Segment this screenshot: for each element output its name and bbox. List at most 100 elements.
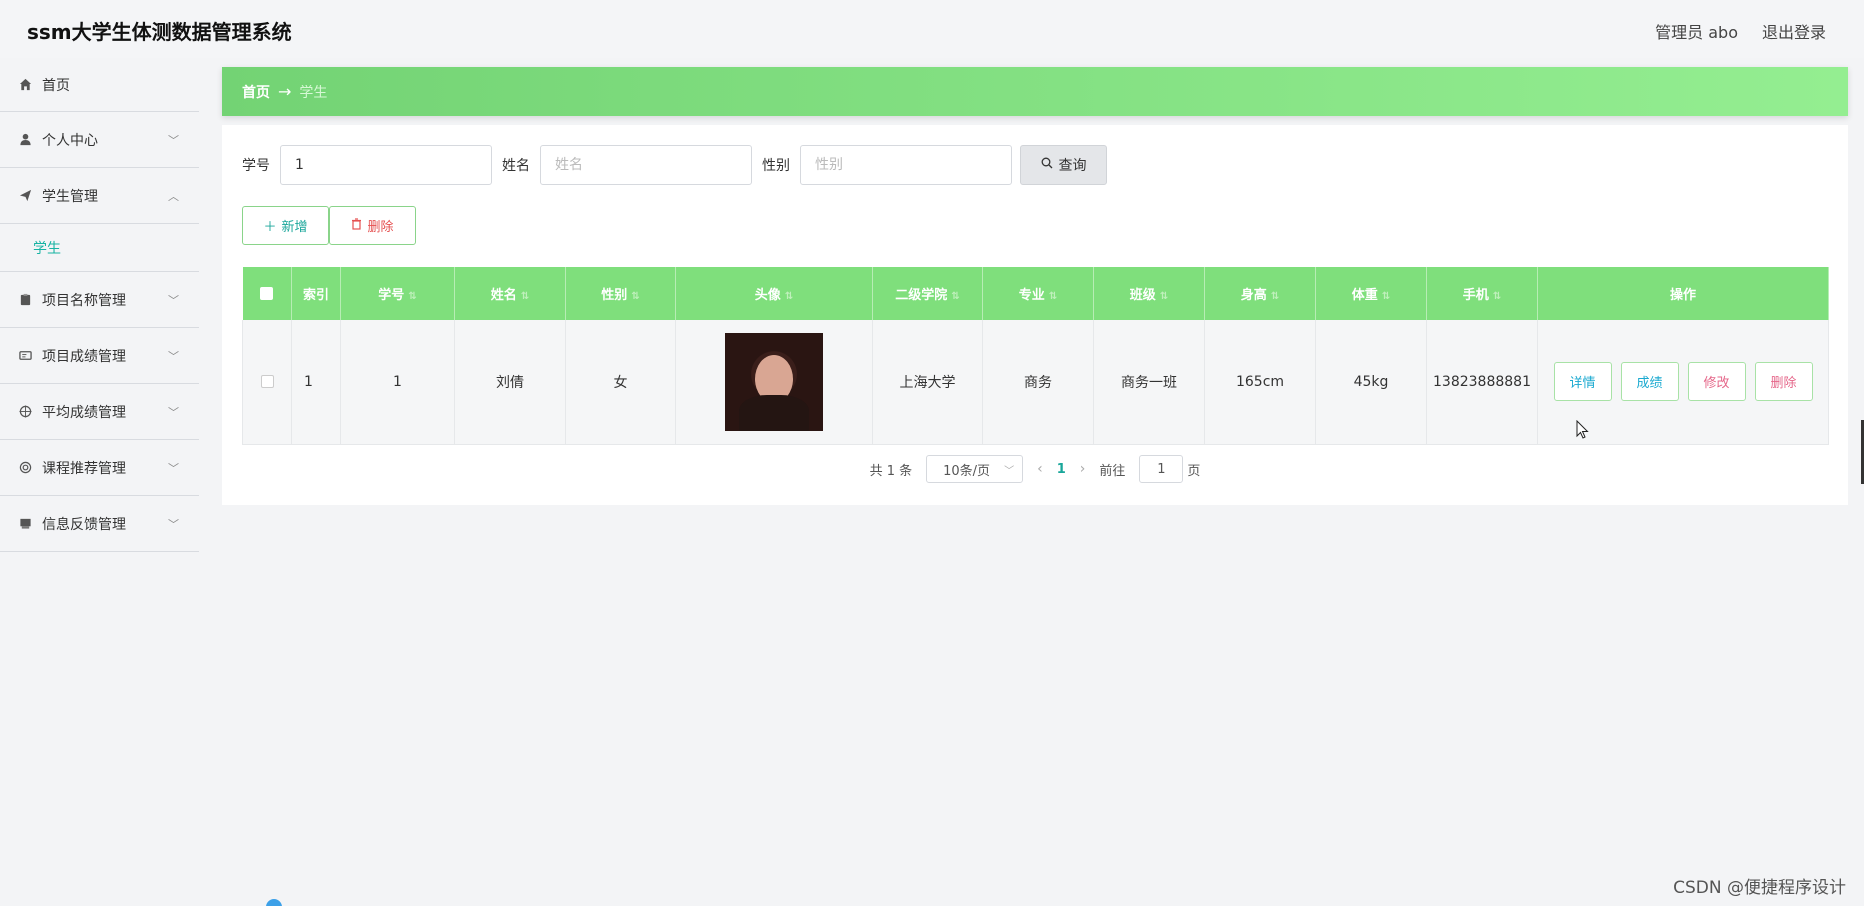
chevron-up-icon: ︿ <box>168 189 179 203</box>
header-actions: 管理员 abo 退出登录 <box>1655 19 1826 43</box>
app-title: ssm大学生体测数据管理系统 <box>27 20 292 44</box>
sidebar-item-label: 首页 <box>42 77 70 94</box>
column-header: 操作 <box>1537 267 1829 320</box>
sort-icon[interactable]: ⇅ <box>408 291 416 302</box>
breadcrumb: 首页 → 学生 <box>222 67 1848 116</box>
row-select-cell[interactable] <box>242 320 292 445</box>
student-id-label: 学号 <box>242 158 270 174</box>
cell-phone: 13823888881 <box>1426 320 1538 445</box>
watermark: CSDN @便捷程序设计 <box>1673 878 1846 898</box>
student-avatar[interactable] <box>725 332 823 431</box>
column-header[interactable]: 性别 ⇅ <box>565 267 676 320</box>
cell-avatar <box>675 320 873 445</box>
action-bar: ＋ 新增 删除 <box>242 206 416 245</box>
floating-dot-icon[interactable] <box>266 899 282 906</box>
delete-label: 删除 <box>367 220 394 235</box>
chevron-down-icon: ﹀ <box>168 461 179 475</box>
sidebar-item-home[interactable]: 首页 <box>0 58 199 112</box>
chevron-down-icon: ﹀ <box>168 293 179 307</box>
chevron-down-icon: ﹀ <box>168 405 179 419</box>
sidebar-item-course-recommend[interactable]: 课程推荐管理 ﹀ <box>0 440 199 496</box>
search-icon <box>1041 157 1053 173</box>
column-header[interactable]: 班级 ⇅ <box>1093 267 1205 320</box>
column-header-label: 身高 <box>1240 288 1267 303</box>
column-header: 索引 <box>291 267 341 320</box>
batch-delete-button[interactable]: 删除 <box>329 206 416 245</box>
table-header-row: 索引 学号 ⇅ 姓名 ⇅ 性别 ⇅ 头像 ⇅ 二级学院 ⇅ 专业 ⇅ 班级 ⇅ 身高 ⇅ 体重 ⇅… <box>242 267 1829 320</box>
sidebar-item-student-management[interactable]: 学生管理 ︿ <box>0 168 199 224</box>
select-all-cell[interactable] <box>242 267 292 320</box>
sidebar-subitem-student[interactable]: 学生 <box>0 224 199 272</box>
sort-icon[interactable]: ⇅ <box>1160 291 1168 302</box>
column-header[interactable]: 二级学院 ⇅ <box>872 267 983 320</box>
send-icon <box>18 189 32 203</box>
edit-button[interactable]: 修改 <box>1687 362 1746 402</box>
column-header[interactable]: 学号 ⇅ <box>340 267 455 320</box>
row-checkbox[interactable] <box>260 375 274 389</box>
row-actions: 详情 成绩 修改 删除 <box>1538 362 1828 402</box>
column-header[interactable]: 姓名 ⇅ <box>454 267 566 320</box>
name-input[interactable] <box>540 145 752 185</box>
cell-name: 刘倩 <box>454 320 566 445</box>
goto-page-input[interactable]: 1 <box>1139 455 1184 483</box>
cell-class: 商务一班 <box>1093 320 1205 445</box>
sort-icon[interactable]: ⇅ <box>631 291 639 302</box>
page-size-select[interactable]: 10条/页 ﹀ <box>926 455 1024 483</box>
logout-link[interactable]: 退出登录 <box>1762 19 1826 43</box>
breadcrumb-home[interactable]: 首页 <box>242 82 270 102</box>
sidebar-item-project-names[interactable]: 项目名称管理 ﹀ <box>0 272 199 328</box>
column-header-label: 体重 <box>1351 288 1378 303</box>
sort-icon[interactable]: ⇅ <box>1049 291 1057 302</box>
select-all-checkbox[interactable] <box>260 287 274 300</box>
cell-major: 商务 <box>982 320 1094 445</box>
plus-icon: ＋ <box>263 220 277 235</box>
add-button[interactable]: ＋ 新增 <box>242 206 329 245</box>
sidebar: 首页 个人中心 ﹀ 学生管理 ︿ 学生 项目名称管理 ﹀ 项目成绩管理 ﹀ 平均… <box>0 58 199 906</box>
next-page-icon[interactable]: › <box>1080 461 1086 477</box>
sidebar-item-label: 项目成绩管理 <box>42 348 126 365</box>
column-header[interactable]: 头像 ⇅ <box>675 267 873 320</box>
student-id-input[interactable] <box>280 145 492 185</box>
folder-icon <box>18 517 32 531</box>
sidebar-item-label: 信息反馈管理 <box>42 516 126 533</box>
sort-icon[interactable]: ⇅ <box>1382 291 1390 302</box>
main-panel: 学号 姓名 性别 查询 ＋ 新增 删除 <box>222 125 1848 505</box>
page-number-current[interactable]: 1 <box>1057 462 1066 477</box>
circle-icon <box>18 461 32 475</box>
column-header-label: 二级学院 <box>895 288 948 303</box>
arrow-right-icon: → <box>278 82 292 101</box>
sort-icon[interactable]: ⇅ <box>951 291 959 302</box>
cell-college: 上海大学 <box>872 320 983 445</box>
cell-index: 1 <box>291 320 341 445</box>
sidebar-item-project-scores[interactable]: 项目成绩管理 ﹀ <box>0 328 199 384</box>
user-icon <box>18 133 32 147</box>
add-label: 新增 <box>281 220 308 235</box>
chevron-down-icon: ﹀ <box>168 517 179 531</box>
column-header[interactable]: 专业 ⇅ <box>982 267 1094 320</box>
sort-icon[interactable]: ⇅ <box>1493 291 1501 302</box>
sort-icon[interactable]: ⇅ <box>521 291 529 302</box>
score-button[interactable]: 成绩 <box>1620 362 1679 402</box>
row-delete-button[interactable]: 删除 <box>1754 362 1813 402</box>
column-header[interactable]: 体重 ⇅ <box>1315 267 1427 320</box>
page-size-value: 10条/页 <box>943 463 991 479</box>
query-button[interactable]: 查询 <box>1020 145 1107 185</box>
gender-input[interactable] <box>800 145 1012 185</box>
prev-page-icon[interactable]: ‹ <box>1037 461 1043 477</box>
current-user[interactable]: 管理员 abo <box>1655 19 1738 43</box>
clipboard-icon <box>18 293 32 307</box>
sidebar-item-feedback[interactable]: 信息反馈管理 ﹀ <box>0 496 199 552</box>
name-label: 姓名 <box>502 158 530 174</box>
sidebar-item-profile[interactable]: 个人中心 ﹀ <box>0 112 199 168</box>
table-row: 1 1 刘倩 女 上海大学 商务 商务一班 165cm 45kg 1382388… <box>242 320 1829 445</box>
id-card-icon <box>18 349 32 363</box>
sort-icon[interactable]: ⇅ <box>785 291 793 302</box>
student-table: 索引 学号 ⇅ 姓名 ⇅ 性别 ⇅ 头像 ⇅ 二级学院 ⇅ 专业 ⇅ 班级 ⇅ 身高 ⇅ 体重 ⇅… <box>242 267 1829 445</box>
column-header[interactable]: 手机 ⇅ <box>1426 267 1538 320</box>
breadcrumb-current: 学生 <box>299 84 328 101</box>
chevron-down-icon: ﹀ <box>168 133 179 147</box>
detail-button[interactable]: 详情 <box>1553 362 1612 402</box>
column-header[interactable]: 身高 ⇅ <box>1204 267 1316 320</box>
sort-icon[interactable]: ⇅ <box>1271 291 1279 302</box>
sidebar-item-average-scores[interactable]: 平均成绩管理 ﹀ <box>0 384 199 440</box>
